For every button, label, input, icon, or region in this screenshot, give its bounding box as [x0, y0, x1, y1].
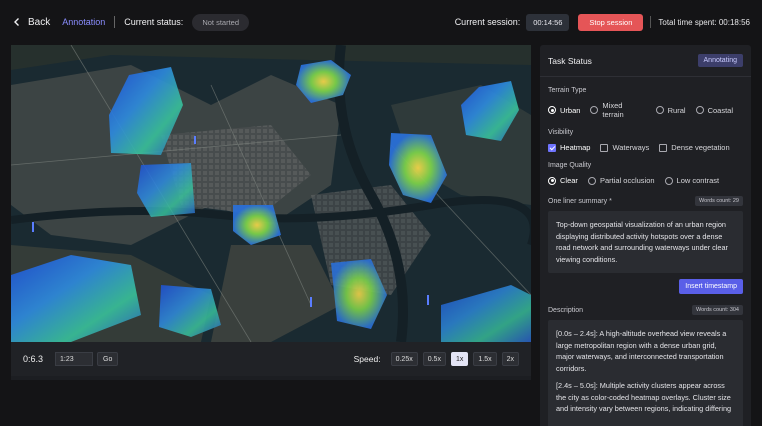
summary-textarea[interactable]: Top-down geospatial visualization of an …	[548, 211, 743, 273]
chevron-left-icon	[14, 18, 19, 26]
speed-label: Speed:	[353, 354, 381, 364]
checkbox-icon	[548, 143, 556, 152]
radio-icon	[655, 106, 664, 114]
video-player: 0:6.3 Go Speed: 0.25x 0.5x 1x 1.5x 2x	[11, 45, 531, 380]
session-timer: 00:14:56	[526, 13, 570, 31]
tab-annotation[interactable]: Annotation	[62, 17, 105, 27]
radio-icon	[695, 106, 704, 114]
quality-low-contrast[interactable]: Low contrast	[664, 176, 719, 185]
top-bar: Back Annotation Current status: Not star…	[0, 0, 762, 44]
current-time: 0:6.3	[23, 354, 44, 364]
summary-word-count: Words count: 29	[695, 196, 743, 206]
description-header: Description Words count: 304	[548, 305, 743, 315]
summary-label: One liner summary *	[548, 197, 612, 205]
back-label: Back	[28, 16, 51, 28]
visibility-dense-vegetation[interactable]: Dense vegetation	[659, 143, 730, 152]
radio-icon	[587, 176, 596, 185]
player-controls: 0:6.3 Go Speed: 0.25x 0.5x 1x 1.5x 2x	[11, 342, 531, 376]
total-time: Total time spent: 00:18:56	[658, 17, 750, 27]
radio-icon	[590, 106, 599, 114]
insert-timestamp-button[interactable]: Insert timestamp	[679, 279, 743, 294]
aerial-map-image	[11, 45, 531, 342]
description-paragraph: [0.0s – 2.4s]: A high-altitude overhead …	[556, 329, 727, 373]
speed-0.5x-button[interactable]: 0.5x	[422, 352, 446, 366]
quality-label: Image Quality	[548, 162, 592, 169]
speed-0.25x-button[interactable]: 0.25x	[390, 352, 418, 366]
terrain-coastal[interactable]: Coastal	[695, 106, 733, 115]
quality-options: Clear Partial occlusion Low contrast	[548, 176, 743, 185]
status-badge: Annotating	[697, 54, 743, 67]
quality-clear[interactable]: Clear	[548, 176, 578, 185]
terrain-label: Terrain Type	[548, 87, 587, 94]
jump-time-input[interactable]	[55, 352, 93, 366]
description-label: Description	[548, 306, 584, 314]
divider	[650, 16, 652, 28]
visibility-waterways[interactable]: Waterways	[600, 143, 649, 152]
status-label: Current status:	[124, 17, 184, 27]
terrain-urban[interactable]: Urban	[548, 106, 580, 115]
description-textarea[interactable]: [0.0s – 2.4s]: A high-altitude overhead …	[548, 320, 743, 426]
visibility-label: Visibility	[548, 129, 574, 136]
session-label: Current session:	[454, 17, 521, 27]
panel-header: Task Status Annotating	[540, 45, 751, 77]
visibility-options: Heatmap Waterways Dense vegetation	[548, 143, 743, 152]
checkbox-icon	[659, 143, 668, 152]
task-status-panel: Task Status Annotating Terrain Type Urba…	[540, 45, 751, 426]
description-word-count: Words count: 304	[691, 305, 743, 315]
terrain-rural[interactable]: Rural	[655, 106, 686, 115]
radio-icon	[548, 106, 556, 114]
description-paragraph: [2.4s – 5.0s]: Multiple activity cluster…	[556, 381, 732, 413]
checkbox-icon	[600, 143, 609, 152]
radio-icon	[664, 176, 673, 185]
status-badge: Not started	[192, 13, 249, 31]
terrain-options: Urban Mixed terrain Rural Coastal	[548, 101, 743, 119]
speed-1x-button[interactable]: 1x	[450, 352, 469, 366]
terrain-mixed[interactable]: Mixed terrain	[590, 101, 645, 119]
divider	[114, 16, 116, 28]
back-button[interactable]: Back	[12, 17, 50, 28]
speed-2x-button[interactable]: 2x	[501, 352, 519, 366]
visibility-heatmap[interactable]: Heatmap	[548, 143, 590, 152]
panel-title: Task Status	[548, 55, 592, 66]
map-frame[interactable]	[11, 45, 531, 342]
stop-session-button[interactable]: Stop session	[578, 13, 644, 31]
summary-header: One liner summary * Words count: 29	[548, 196, 743, 206]
quality-partial-occlusion[interactable]: Partial occlusion	[587, 176, 655, 185]
go-button[interactable]: Go	[97, 352, 119, 366]
speed-1.5x-button[interactable]: 1.5x	[473, 352, 497, 366]
radio-icon	[548, 176, 556, 185]
